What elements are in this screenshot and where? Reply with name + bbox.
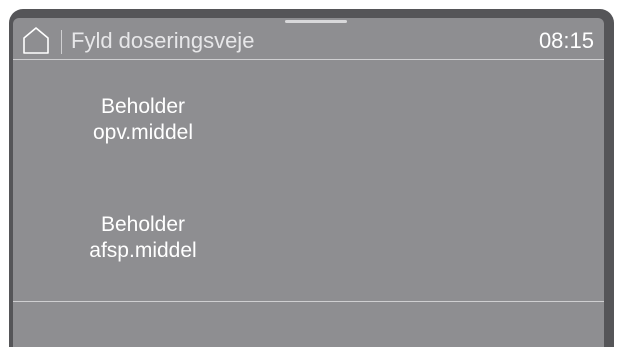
footer-divider (13, 301, 604, 302)
home-icon (23, 27, 49, 54)
home-button[interactable] (21, 25, 51, 55)
header-bar: Fyld doseringsveje 08:15 (13, 18, 604, 58)
header-divider (13, 59, 604, 60)
clock: 08:15 (538, 28, 594, 53)
menu-item-label-line2: afsp.middel (89, 239, 197, 262)
header-separator (61, 30, 62, 54)
display-screen: Fyld doseringsveje 08:15 Beholder opv.mi… (13, 18, 604, 347)
menu-item-beholder-afsp-middel[interactable]: Beholder afsp.middel (53, 212, 233, 264)
menu-item-label-line1: Beholder (100, 213, 186, 236)
menu-item-label-line1: Beholder (100, 95, 186, 118)
page-title: Fyld doseringsveje (71, 28, 255, 53)
menu-item-beholder-opv-middel[interactable]: Beholder opv.middel (53, 94, 233, 146)
menu-item-label-line2: opv.middel (93, 121, 193, 144)
